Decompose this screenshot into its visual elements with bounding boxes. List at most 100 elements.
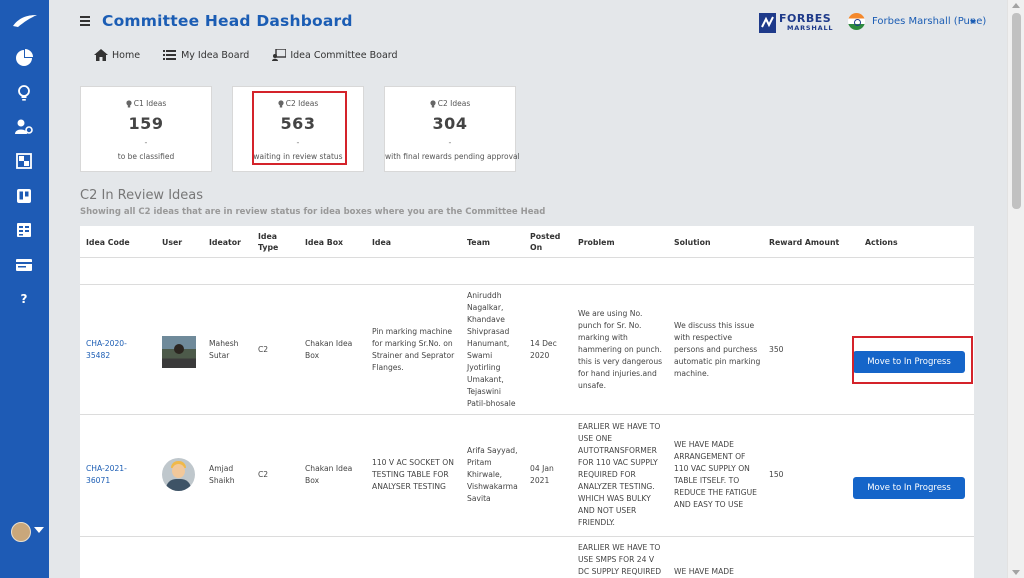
dashboard-icon[interactable] [14, 48, 34, 68]
card-subtitle: to be classified [117, 152, 175, 161]
solution-line: We discuss this issue [674, 321, 755, 330]
problem-line: AUTOTRANSFORMER [578, 446, 657, 455]
nav-home-label: Home [112, 49, 141, 61]
posted-year: 2021 [530, 476, 550, 485]
col-idea-type-line2: Type [258, 243, 279, 252]
list-icon [163, 50, 177, 60]
idea-line: ANALYSER TESTING [372, 482, 446, 491]
section-title: C2 In Review Ideas [80, 188, 204, 203]
scroll-down-icon[interactable] [1012, 570, 1020, 575]
col-idea-type[interactable]: Idea Type [258, 231, 278, 253]
ideator-first: Mahesh [209, 339, 239, 348]
col-idea[interactable]: Idea [372, 237, 391, 248]
card-label: C2 Ideas [233, 99, 363, 108]
bulb-icon [126, 99, 132, 107]
problem-line: AND NOT USER [578, 506, 637, 515]
scroll-up-icon[interactable] [1012, 3, 1020, 8]
problem-line: DC SUPPLY REQUIRED [578, 567, 662, 576]
nav-my-idea-board-label: My Idea Board [181, 49, 250, 61]
col-ideator[interactable]: Ideator [209, 237, 241, 248]
help-icon[interactable]: ? [14, 289, 34, 309]
idea-box: Chakan Idea Box [305, 338, 352, 362]
solution-line: with respective [674, 333, 733, 342]
scroll-thumb[interactable] [1012, 13, 1021, 209]
nav-home[interactable]: Home [94, 49, 140, 61]
team-line: Tejaswini [467, 387, 501, 396]
col-posted-line2: On [530, 243, 543, 252]
user-photo [162, 336, 196, 368]
col-user[interactable]: User [162, 237, 182, 248]
ideator-last: Sutar [209, 351, 230, 360]
idea-line: Pin marking machine [372, 327, 453, 336]
idea-code-link[interactable]: CHA-2021- 36071 [86, 463, 127, 487]
card-dash: - [448, 138, 452, 147]
bulb-icon[interactable] [14, 83, 34, 103]
grid-icon[interactable] [14, 220, 34, 240]
col-problem[interactable]: Problem [578, 237, 615, 248]
chevron-down-icon[interactable] [970, 20, 976, 24]
brand-mark-icon [759, 13, 776, 33]
solution-text: We discuss this issue with respective pe… [674, 320, 760, 380]
col-actions: Actions [865, 238, 898, 247]
reward-amount: 150 [769, 470, 784, 479]
stat-card-c2-rewards[interactable]: C2 Ideas 304 - with final rewards pendin… [384, 86, 520, 172]
team-line: Swami [467, 351, 493, 360]
trello-icon[interactable] [14, 186, 34, 206]
solution-text: WE HAVE MADE ARRANGEMENT OF 110 VAC SUPP… [674, 439, 757, 511]
brand-sub: MARSHALL [787, 24, 834, 32]
col-posted-on[interactable]: Posted On [530, 231, 560, 253]
col-idea-box[interactable]: Idea Box [305, 237, 343, 248]
ideator-name: Mahesh Sutar [209, 338, 238, 362]
india-flag-icon [848, 13, 865, 30]
col-team[interactable]: Team [467, 237, 490, 248]
board-icon[interactable] [14, 151, 34, 171]
user-settings-icon[interactable] [14, 117, 34, 137]
col-posted-line1: Posted [530, 232, 561, 241]
nav-idea-committee-board[interactable]: Idea Committee Board [272, 49, 398, 61]
chevron-down-icon[interactable] [34, 527, 44, 533]
idea-text: Pin marking machine for marking Sr.No. o… [372, 326, 454, 374]
brand-name: FORBES [779, 12, 832, 25]
team-list: Aniruddh Nagalkar, Khandave Shivprasad H… [467, 290, 516, 410]
idea-box-line2: Box [305, 351, 320, 360]
vertical-scrollbar[interactable] [1007, 0, 1024, 578]
problem-line: FOR 110 VAC SUPPLY [578, 458, 658, 467]
nav-idea-committee-board-label: Idea Committee Board [290, 49, 398, 61]
idea-box-line2: Box [305, 476, 320, 485]
team-line: Jyotirling [467, 363, 501, 372]
solution-text: WE HAVE MADE [674, 566, 734, 578]
problem-line: USE ONE [578, 434, 613, 443]
hamburger-menu-icon[interactable] [80, 16, 90, 28]
divider [80, 414, 974, 415]
col-solution[interactable]: Solution [674, 237, 711, 248]
team-line: Patil-bhosale [467, 399, 516, 408]
problem-text: We are using No. punch for Sr. No. marki… [578, 308, 662, 392]
stat-card-c1-classify[interactable]: C1 Ideas 159 - to be classified [80, 86, 212, 172]
idea-box-line1: Chakan Idea [305, 464, 353, 473]
card-icon[interactable] [14, 255, 34, 275]
move-to-in-progress-button[interactable]: Move to In Progress [853, 351, 965, 373]
team-line: Khandave [467, 315, 505, 324]
problem-line: We are using No. [578, 309, 643, 318]
col-reward-amount[interactable]: Reward Amount [769, 237, 839, 248]
solution-line: ARRANGEMENT OF [674, 452, 746, 461]
problem-line: unsafe. [578, 381, 606, 390]
logo-icon[interactable] [12, 14, 38, 28]
problem-line: WHICH WAS BULKY [578, 494, 651, 503]
card-count: 159 [128, 114, 164, 133]
reward-amount: 350 [769, 345, 784, 354]
idea-text: 110 V AC SOCKET ON TESTING TABLE FOR ANA… [372, 457, 454, 493]
problem-line: FRIENDLY. [578, 518, 615, 527]
idea-code-part1: CHA-2021- [86, 464, 127, 473]
move-to-in-progress-button[interactable]: Move to In Progress [853, 477, 965, 499]
avatar[interactable] [11, 522, 31, 542]
bulb-icon [278, 99, 284, 107]
nav-my-idea-board[interactable]: My Idea Board [163, 49, 249, 61]
card-dash: - [144, 138, 148, 147]
problem-line: EARLIER WE HAVE TO [578, 422, 661, 431]
col-idea-code[interactable]: Idea Code [86, 237, 130, 248]
idea-code-link[interactable]: CHA-2020- 35482 [86, 338, 127, 362]
idea-box: Chakan Idea Box [305, 463, 352, 487]
stat-card-c2-review[interactable]: C2 Ideas 563 - waiting in review status [232, 86, 364, 172]
col-idea-type-line1: Idea [258, 232, 278, 241]
